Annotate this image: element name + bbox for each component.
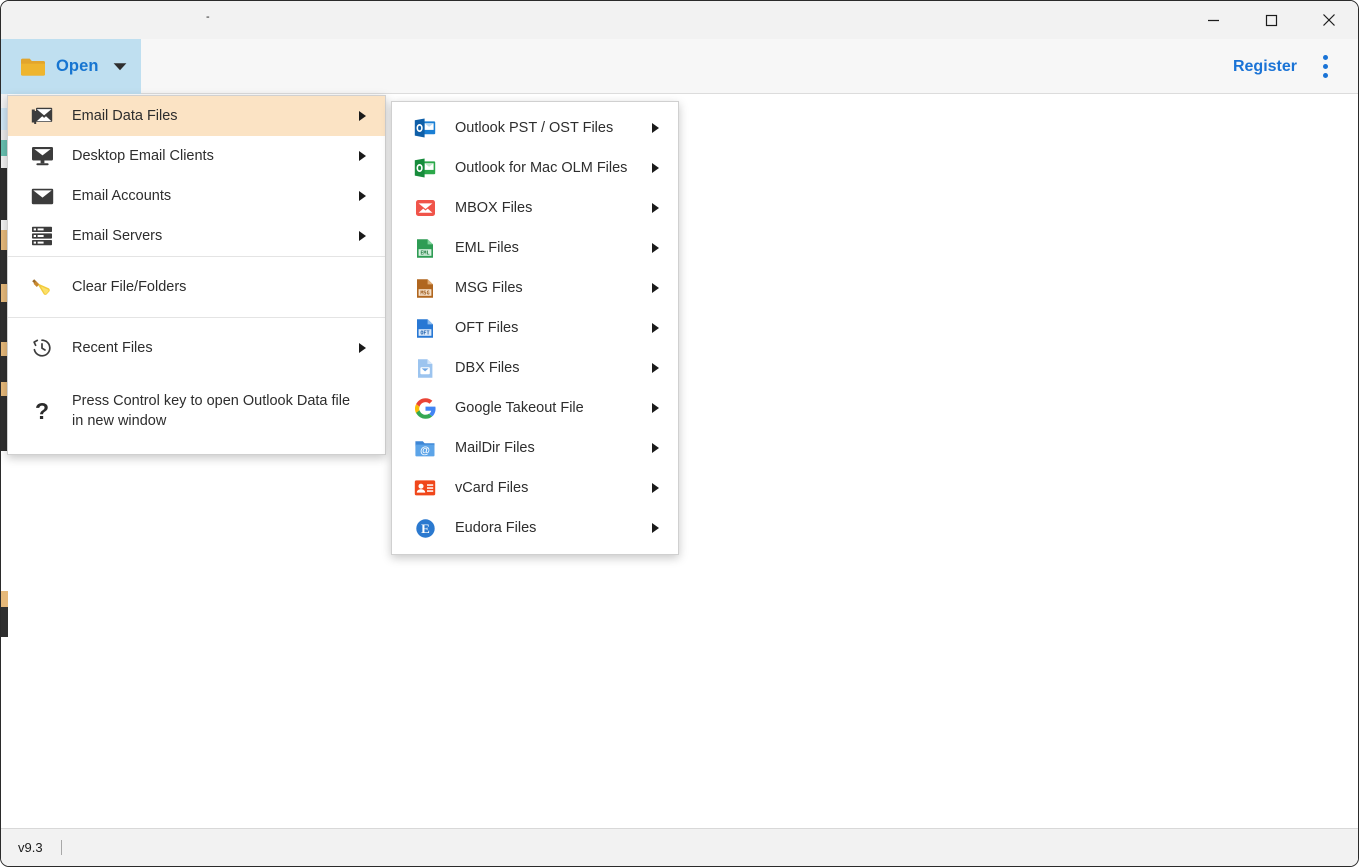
submenu-arrow-icon xyxy=(359,111,366,121)
outlook-olm-icon xyxy=(412,156,438,180)
open-button-label: Open xyxy=(56,57,99,75)
version-label: v9.3 xyxy=(18,840,43,855)
submenu-item-msg[interactable]: MSG MSG Files xyxy=(392,268,678,308)
status-bar: v9.3 xyxy=(1,828,1358,866)
monitor-mail-icon xyxy=(29,144,55,168)
broom-icon xyxy=(29,275,55,299)
submenu-item-eudora[interactable]: E Eudora Files xyxy=(392,508,678,548)
oft-file-icon: OFT xyxy=(412,316,438,340)
vcard-contact-icon xyxy=(412,476,438,500)
svg-text:EML: EML xyxy=(420,250,429,256)
kebab-dot xyxy=(1322,73,1328,78)
open-button[interactable]: Open xyxy=(1,39,141,94)
submenu-item-eml[interactable]: EML EML Files xyxy=(392,228,678,268)
submenu-arrow-icon xyxy=(652,363,659,373)
submenu-item-mbox[interactable]: MBOX Files xyxy=(392,188,678,228)
submenu-item-oft[interactable]: OFT OFT Files xyxy=(392,308,678,348)
menu-item-label: Email Data Files xyxy=(72,108,178,124)
history-clock-icon xyxy=(29,336,55,360)
menu-item-email-accounts[interactable]: Email Accounts xyxy=(8,176,385,216)
kebab-menu-icon[interactable] xyxy=(1310,39,1340,94)
submenu-arrow-icon xyxy=(652,443,659,453)
submenu-item-dbx[interactable]: DBX Files xyxy=(392,348,678,388)
menu-item-control-key-hint[interactable]: ? Press Control key to open Outlook Data… xyxy=(8,376,385,446)
svg-text:MSG: MSG xyxy=(420,290,429,296)
close-button[interactable] xyxy=(1300,1,1358,39)
window-controls xyxy=(1184,1,1358,39)
kebab-dot xyxy=(1322,55,1328,60)
submenu-item-google-takeout[interactable]: Google Takeout File xyxy=(392,388,678,428)
submenu-item-label: Outlook PST / OST Files xyxy=(455,120,614,136)
application-window: - Open Register Email Data Files Desktop… xyxy=(0,0,1359,867)
menu-item-email-servers[interactable]: Email Servers xyxy=(8,216,385,256)
submenu-arrow-icon xyxy=(652,123,659,133)
menu-item-desktop-email-clients[interactable]: Desktop Email Clients xyxy=(8,136,385,176)
submenu-item-label: MSG Files xyxy=(455,280,523,296)
submenu-arrow-icon xyxy=(652,403,659,413)
mbox-envelope-icon xyxy=(412,196,438,220)
submenu-arrow-icon xyxy=(652,243,659,253)
question-mark-icon: ? xyxy=(34,397,50,424)
eudora-e-icon: E xyxy=(412,516,438,540)
eml-file-icon: EML xyxy=(412,236,438,260)
submenu-item-label: EML Files xyxy=(455,240,519,256)
svg-text:E: E xyxy=(421,521,430,536)
maildir-folder-icon: @ xyxy=(412,436,438,460)
outlook-pst-icon xyxy=(412,116,438,140)
submenu-arrow-icon xyxy=(652,523,659,533)
menu-item-clear-file-folders[interactable]: Clear File/Folders xyxy=(8,267,385,307)
submenu-item-label: vCard Files xyxy=(455,480,529,496)
folder-icon xyxy=(20,56,46,77)
menu-item-label: Clear File/Folders xyxy=(72,279,187,295)
title-bar: - xyxy=(1,1,1358,39)
submenu-item-label: Outlook for Mac OLM Files xyxy=(455,160,628,176)
submenu-item-outlook-olm[interactable]: Outlook for Mac OLM Files xyxy=(392,148,678,188)
submenu-item-vcard[interactable]: vCard Files xyxy=(392,468,678,508)
submenu-item-label: DBX Files xyxy=(455,360,520,376)
server-icon xyxy=(29,224,55,248)
open-dropdown-menu: Email Data Files Desktop Email Clients E… xyxy=(7,95,386,455)
window-title: - xyxy=(206,11,210,23)
maximize-button[interactable] xyxy=(1242,1,1300,39)
submenu-item-maildir[interactable]: @ MailDir Files xyxy=(392,428,678,468)
menu-item-label: Desktop Email Clients xyxy=(72,148,214,164)
submenu-item-label: MBOX Files xyxy=(455,200,533,216)
submenu-arrow-icon xyxy=(652,283,659,293)
toolbar: Open Register xyxy=(1,39,1358,94)
kebab-dot xyxy=(1322,64,1328,69)
submenu-item-label: MailDir Files xyxy=(455,440,535,456)
submenu-item-label: OFT Files xyxy=(455,320,519,336)
submenu-arrow-icon xyxy=(652,163,659,173)
submenu-item-outlook-pst-ost[interactable]: Outlook PST / OST Files xyxy=(392,108,678,148)
menu-item-label: Email Servers xyxy=(72,228,163,244)
submenu-arrow-icon xyxy=(652,203,659,213)
submenu-item-label: Google Takeout File xyxy=(455,400,584,416)
svg-text:OFT: OFT xyxy=(420,330,429,336)
register-link[interactable]: Register xyxy=(1233,39,1297,94)
menu-item-email-data-files[interactable]: Email Data Files xyxy=(8,96,385,136)
status-divider xyxy=(60,840,62,855)
menu-item-label: Press Control key to open Outlook Data f… xyxy=(72,393,351,429)
svg-text:@: @ xyxy=(420,446,430,457)
email-data-files-submenu: Outlook PST / OST Files Outlook for Mac … xyxy=(391,101,679,555)
submenu-arrow-icon xyxy=(359,151,366,161)
menu-item-label: Email Accounts xyxy=(72,188,172,204)
submenu-arrow-icon xyxy=(359,343,366,353)
menu-item-label: Recent Files xyxy=(72,340,153,356)
google-logo-icon xyxy=(412,396,438,420)
menu-item-recent-files[interactable]: Recent Files xyxy=(8,328,385,368)
envelope-icon xyxy=(29,184,55,208)
submenu-arrow-icon xyxy=(359,231,366,241)
minimize-button[interactable] xyxy=(1184,1,1242,39)
submenu-arrow-icon xyxy=(652,323,659,333)
chevron-down-icon xyxy=(113,58,127,76)
submenu-arrow-icon xyxy=(652,483,659,493)
submenu-item-label: Eudora Files xyxy=(455,520,537,536)
msg-file-icon: MSG xyxy=(412,276,438,300)
open-envelope-icon xyxy=(29,104,55,128)
dbx-file-icon xyxy=(412,356,438,380)
submenu-arrow-icon xyxy=(359,191,366,201)
